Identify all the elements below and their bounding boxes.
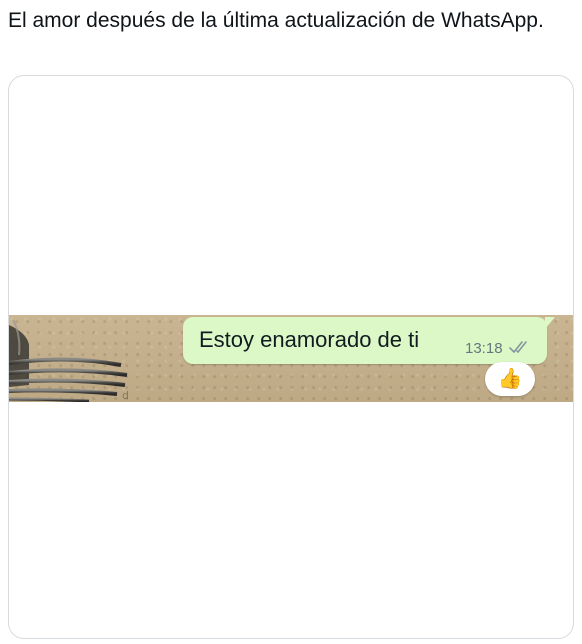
media-card[interactable]: d Estoy enamorado de ti 13:18 👍 <box>8 75 574 639</box>
chat-screenshot: d Estoy enamorado de ti 13:18 👍 <box>9 315 573 402</box>
tweet-text: El amor después de la última actualizaci… <box>8 9 544 32</box>
message-time: 13:18 <box>465 340 503 357</box>
bubble-tail <box>545 317 555 329</box>
message-text: Estoy enamorado de ti <box>199 327 420 352</box>
fork-photo-background: d <box>9 319 129 402</box>
message-bubble[interactable]: Estoy enamorado de ti 13:18 <box>183 317 555 364</box>
svg-text:d: d <box>122 389 129 402</box>
reaction-thumbs-up[interactable]: 👍 <box>485 362 535 396</box>
double-check-icon <box>509 341 527 353</box>
